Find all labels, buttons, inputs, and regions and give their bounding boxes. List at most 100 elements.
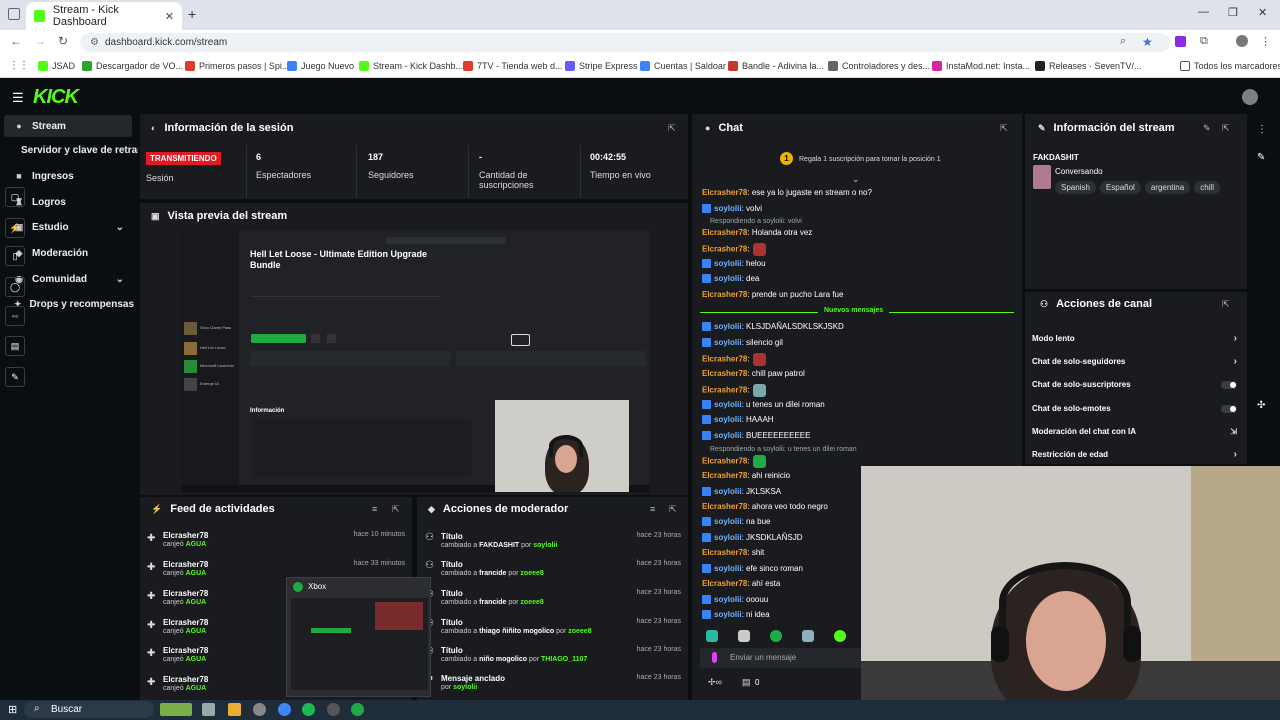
chat-input[interactable]: Enviar un mensaje <box>700 648 862 668</box>
spotify-icon[interactable] <box>302 703 315 716</box>
emote-icon[interactable] <box>802 630 814 642</box>
filter-icon[interactable]: ≡ <box>650 504 655 514</box>
sidebar-item-server-key[interactable]: Servidor y clave de retransmisión <box>4 139 138 161</box>
chat-username[interactable]: soylolii <box>714 415 742 424</box>
chat-username[interactable]: soylolii <box>714 274 742 283</box>
hamburger-icon[interactable]: ☰ <box>12 90 24 106</box>
widgets-icon[interactable] <box>160 703 192 716</box>
chat-username[interactable]: soylolii <box>714 400 742 409</box>
gift-icon[interactable]: ▤ <box>742 677 751 688</box>
bookmark-star-icon[interactable]: ★ <box>1142 35 1153 49</box>
bookmark-item[interactable]: JSAD <box>38 61 75 71</box>
sidebar-item-stream[interactable]: ● Stream <box>4 115 132 137</box>
chat-username[interactable]: soylolii <box>714 595 742 604</box>
emote-icon[interactable] <box>706 630 718 642</box>
tag[interactable]: argentina <box>1144 181 1191 194</box>
sidebar-item-ingresos[interactable]: ■ Ingresos <box>4 165 132 187</box>
emote-icon[interactable] <box>738 630 750 642</box>
site-info-icon[interactable]: ⚙ <box>90 37 99 48</box>
chrome-icon[interactable] <box>278 703 291 716</box>
tab-search-icon[interactable] <box>8 8 20 20</box>
chat-username[interactable]: soylolii <box>714 564 742 573</box>
apps-icon[interactable]: ⋮⋮ <box>9 60 29 71</box>
rail-button-3[interactable]: ▯ <box>5 246 25 266</box>
chat-username[interactable]: soylolii <box>714 610 742 619</box>
chat-username[interactable]: Elcrasher78 <box>702 228 747 237</box>
close-window-icon[interactable]: ✕ <box>1258 6 1267 19</box>
bookmark-item[interactable]: Juego Nuevo <box>287 61 354 71</box>
emote-icon[interactable] <box>834 630 846 642</box>
chat-username[interactable]: soylolii <box>714 487 742 496</box>
bookmark-item[interactable]: Stripe Express <box>565 61 638 71</box>
windows-start-icon[interactable]: ⊞ <box>8 703 17 716</box>
rail-button-6[interactable]: ▤ <box>5 336 25 356</box>
action-slow-mode[interactable]: Modo lento › <box>1032 333 1237 344</box>
menu-icon[interactable]: ⋮ <box>1260 35 1271 48</box>
edit-icon[interactable]: ✎ <box>1203 123 1211 134</box>
chat-username[interactable]: Elcrasher78 <box>702 355 747 364</box>
chat-username[interactable]: soylolii <box>714 533 742 542</box>
chat-username[interactable]: soylolii <box>714 204 742 213</box>
action-followers-only[interactable]: Chat de solo-seguidores › <box>1032 356 1237 367</box>
subs-only-toggle[interactable] <box>1221 381 1237 389</box>
obs-icon[interactable] <box>327 703 340 716</box>
rail-button-7[interactable]: ✎ <box>5 367 25 387</box>
popout-icon[interactable]: ⇱ <box>1222 123 1230 134</box>
gift-prompt[interactable]: Regala 1 suscripción para tomar la posic… <box>799 156 941 163</box>
close-tab-icon[interactable]: ✕ <box>165 10 174 23</box>
chat-username[interactable]: Elcrasher78 <box>702 548 747 557</box>
filter-icon[interactable]: ≡ <box>372 504 377 514</box>
file-explorer-icon[interactable] <box>228 703 241 716</box>
settings-icon[interactable] <box>253 703 266 716</box>
action-ai-moderation[interactable]: Moderación del chat con IA ⇲ <box>1032 427 1237 436</box>
browser-tab[interactable]: Stream - Kick Dashboard ✕ <box>26 2 182 30</box>
tag[interactable]: Español <box>1099 181 1141 194</box>
rail-button-4[interactable]: ◯ <box>5 277 25 297</box>
mic-icon[interactable] <box>712 652 717 663</box>
new-tab-icon[interactable]: + <box>188 6 196 22</box>
chat-username[interactable]: soylolii <box>714 322 742 331</box>
more-icon[interactable]: ⋮ <box>1257 124 1267 135</box>
bookmark-item[interactable]: Descargador de VO... <box>82 61 183 71</box>
tag[interactable]: Spanish <box>1055 181 1096 194</box>
chat-username[interactable]: Elcrasher78 <box>702 579 747 588</box>
tag[interactable]: chill <box>1194 181 1220 194</box>
chat-username[interactable]: Elcrasher78 <box>702 369 747 378</box>
chat-username[interactable]: Elcrasher78 <box>702 245 747 254</box>
task-view-icon[interactable] <box>202 703 215 716</box>
url-field[interactable]: ⚙ dashboard.kick.com/stream <box>80 33 1170 52</box>
popout-icon[interactable]: ⇱ <box>392 504 400 515</box>
popout-icon[interactable]: ⇱ <box>1222 299 1230 310</box>
rail-button-5[interactable]: ◦◦ <box>5 306 25 326</box>
all-bookmarks[interactable]: Todos los marcadores <box>1180 61 1280 71</box>
forward-icon[interactable]: → <box>34 34 46 48</box>
bookmark-item[interactable]: Releases · SevenTV/... <box>1035 61 1142 71</box>
extensions-icon[interactable]: ⧉ <box>1200 35 1208 48</box>
minimize-icon[interactable]: — <box>1198 6 1209 18</box>
bookmark-item[interactable]: Bandle - Adivina la... <box>728 61 824 71</box>
viewers-icon[interactable]: ✢∞ <box>708 677 722 688</box>
maximize-icon[interactable]: ❐ <box>1228 6 1238 19</box>
xbox-taskbar-preview[interactable]: Xbox <box>286 577 431 697</box>
emote-icon[interactable] <box>770 630 782 642</box>
kick-logo[interactable]: KICK <box>33 86 79 109</box>
action-age-restriction[interactable]: Restricción de edad › <box>1032 449 1237 460</box>
popout-icon[interactable]: ⇱ <box>669 504 677 515</box>
emotes-only-toggle[interactable] <box>1221 405 1237 413</box>
chevron-down-icon[interactable]: ⌄ <box>852 174 860 185</box>
edit-icon[interactable]: ✎ <box>1257 152 1265 163</box>
chat-username[interactable]: Elcrasher78 <box>702 188 747 197</box>
bookmark-item[interactable]: Stream - Kick Dashb... <box>359 61 463 71</box>
zoom-icon[interactable]: ⌕ <box>1120 35 1126 48</box>
xbox-app-icon[interactable] <box>351 703 364 716</box>
bookmark-item[interactable]: 7TV - Tienda web d... <box>463 61 563 71</box>
bookmark-item[interactable]: Primeros pasos | Spi... <box>185 61 289 71</box>
reload-icon[interactable]: ↻ <box>58 34 68 48</box>
chat-username[interactable]: Elcrasher78 <box>702 502 747 511</box>
profile-avatar-icon[interactable] <box>1236 35 1248 47</box>
taskbar-search[interactable]: ⌕ Buscar <box>24 701 154 718</box>
chat-username[interactable]: soylolii <box>714 338 742 347</box>
rail-button-1[interactable]: ▢ <box>5 187 25 207</box>
chat-username[interactable]: soylolii <box>714 259 742 268</box>
bookmark-item[interactable]: Cuentas | Saldoar <box>640 61 726 71</box>
